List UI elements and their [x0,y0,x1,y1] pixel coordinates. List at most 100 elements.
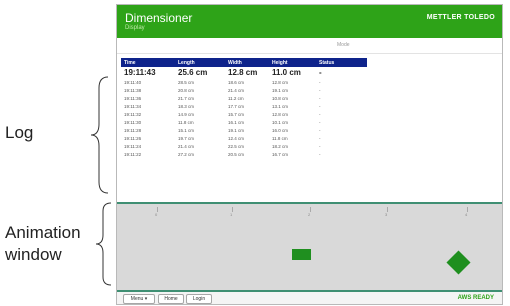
cell-status: - [319,103,321,109]
cell-height: 11.0 cm [272,68,301,77]
scale-tick-label: 0 [155,212,158,217]
cell-width: 11.2 cm [228,95,244,101]
cell-height: 11.8 cm [272,135,288,141]
cell-status: - [319,68,322,77]
table-row: 19:11:43 25.6 cm 12.8 cm 11.0 cm - [121,67,367,78]
cell-time: 19:11:32 [124,111,142,117]
cell-length: 25.6 cm [178,68,208,77]
cell-width: 12.4 cm [228,135,245,141]
cell-length: 21.4 cm [178,143,195,149]
top-bar-text: Mode [337,42,350,48]
app-title: Dimensioner [125,11,193,25]
cell-length: 28.5 cm [178,79,195,85]
log-header-width: Width [228,59,242,66]
login-button[interactable]: Login [186,294,212,304]
top-bar: Mode [117,38,502,54]
table-row: 19:11:38 20.8 cm 21.4 cm 19.1 cm - [121,86,367,94]
animation-window-callout-line1: Animation [5,223,81,242]
cell-width: 19.1 cm [228,127,245,133]
cell-length: 14.9 cm [178,111,195,117]
cell-status: - [319,95,321,101]
app-header: Dimensioner Display METTLER TOLEDO [117,5,502,38]
table-row: 19:11:40 28.5 cm 18.6 cm 12.8 cm - [121,78,367,86]
menu-button[interactable]: Menu ▾ [123,294,155,304]
cell-time: 19:11:30 [124,119,142,125]
app-subtitle: Display [125,25,145,31]
cell-status: - [319,143,321,149]
cell-time: 19:11:34 [124,103,142,109]
cell-height: 16.7 cm [272,151,289,157]
cell-length: 15.1 cm [178,127,195,133]
cell-time: 19:11:43 [124,68,156,77]
table-row: 19:11:34 18.3 cm 17.7 cm 13.1 cm - [121,102,367,110]
cell-length: 11.8 cm [178,119,194,125]
cell-height: 10.8 cm [272,95,289,101]
log-brace [90,76,109,194]
cell-length: 27.2 cm [178,151,195,157]
home-button[interactable]: Home [158,294,184,304]
cell-width: 16.1 cm [228,119,245,125]
menu-label: Menu [130,296,144,302]
cell-height: 18.2 cm [272,143,289,149]
cell-height: 12.8 cm [272,111,289,117]
cell-time: 19:11:24 [124,143,142,149]
brand-logo: METTLER TOLEDO [426,14,495,21]
footer-bar: Menu ▾ Home Login AWS READY [117,292,502,304]
scale-tick-label: 1 [230,212,233,217]
log-header-length: Length [178,59,195,66]
table-row: 19:11:36 21.7 cm 11.2 cm 10.8 cm - [121,94,367,102]
package-box-rotated [446,250,471,275]
cell-length: 20.8 cm [178,87,195,93]
cell-length: 21.7 cm [178,95,195,101]
cell-height: 19.1 cm [272,87,289,93]
cell-status: - [319,135,321,141]
cell-status: - [319,79,321,85]
cell-width: 17.7 cm [228,103,245,109]
cell-height: 10.1 cm [272,119,289,125]
cell-height: 16.0 cm [272,127,289,133]
scale-tick-label: 2 [308,212,311,217]
cell-height: 13.1 cm [272,103,289,109]
log-rows: 19:11:43 25.6 cm 12.8 cm 11.0 cm - 19:11:40 28… [121,67,367,158]
table-row: 19:11:30 11.8 cm 16.1 cm 10.1 cm - [121,118,367,126]
cell-time: 19:11:28 [124,127,142,133]
cell-width: 18.6 cm [228,79,245,85]
cell-status: - [319,119,321,125]
log-header-height: Height [272,59,288,66]
cell-width: 20.5 cm [228,151,245,157]
log-callout: Log [5,123,34,142]
cell-status: - [319,127,321,133]
log-table: Time Length Width Height Status 19:11:43… [121,58,367,158]
table-row: 19:11:28 15.1 cm 19.1 cm 16.0 cm - [121,126,367,134]
cell-height: 12.8 cm [272,79,289,85]
cell-width: 22.5 cm [228,143,245,149]
cell-time: 19:11:38 [124,87,142,93]
animation-brace [95,202,112,286]
cell-time: 19:11:22 [124,151,142,157]
animation-window-callout-line2: window [5,245,62,264]
table-row: 19:11:32 14.9 cm 15.7 cm 12.8 cm - [121,110,367,118]
cell-length: 18.3 cm [178,103,195,109]
cell-time: 19:11:40 [124,79,142,85]
chevron-down-icon: ▾ [144,296,148,302]
cell-status: - [319,151,321,157]
cell-time: 19:11:36 [124,95,142,101]
status-text: AWS READY [457,295,494,301]
package-box [292,249,311,260]
scale-tick-label: 4 [465,212,468,217]
scale-tick-label: 3 [385,212,388,217]
log-header-status: Status [319,59,335,66]
cell-width: 15.7 cm [228,111,245,117]
cell-width: 21.4 cm [228,87,245,93]
animation-window: 0 1 2 3 4 [117,202,502,292]
table-row: 19:11:26 19.7 cm 12.4 cm 11.8 cm - [121,134,367,142]
cell-status: - [319,87,321,93]
table-row: 19:11:22 27.2 cm 20.5 cm 16.7 cm - [121,150,367,158]
cell-status: - [319,111,321,117]
cell-time: 19:11:26 [124,135,142,141]
table-row: 19:11:24 21.4 cm 22.5 cm 18.2 cm - [121,142,367,150]
log-header-time: Time [124,59,136,66]
dimensioner-screen: Dimensioner Display METTLER TOLEDO Mode … [116,4,503,305]
log-header-row: Time Length Width Height Status [121,58,367,67]
cell-width: 12.8 cm [228,68,258,77]
